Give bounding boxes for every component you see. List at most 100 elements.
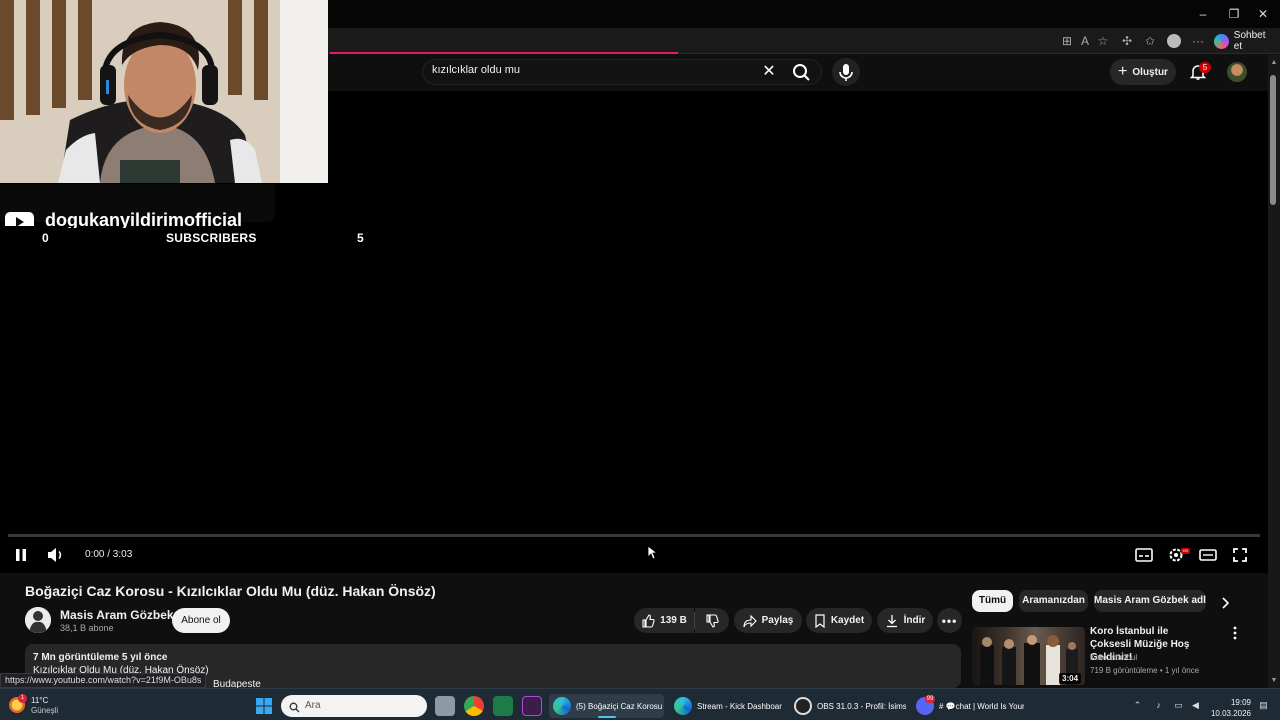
chrome-app-icon[interactable] [464, 696, 484, 716]
network-tray-icon[interactable]: ▭ [1172, 699, 1185, 712]
notification-count-badge: 5 [1199, 62, 1211, 73]
subtitles-icon[interactable] [1132, 544, 1156, 566]
status-bar-url: https://www.youtube.com/watch?v=21f9M-OB… [0, 673, 207, 688]
close-window-button[interactable]: ✕ [1246, 4, 1280, 24]
view-stats: 7 Mn görüntüleme 5 yıl önce [33, 652, 168, 663]
thumbs-up-icon [642, 613, 655, 628]
bookmark-icon [815, 613, 825, 628]
tray-overflow-icon[interactable]: ⌃ [1131, 699, 1144, 712]
like-count: 139 B [660, 615, 687, 626]
scroll-down-arrow-icon[interactable]: ▼ [1268, 675, 1280, 687]
edge-icon [553, 697, 571, 715]
scroll-up-arrow-icon[interactable]: ▲ [1268, 57, 1280, 69]
more-vertical-icon[interactable] [1228, 625, 1242, 641]
save-button[interactable]: Kaydet [806, 608, 872, 633]
microphone-tray-icon[interactable]: ♪ [1152, 699, 1165, 712]
copilot-icon [1214, 33, 1229, 49]
subscribe-button[interactable]: Abone ol [172, 608, 230, 633]
extensions-icon[interactable]: ✣ [1118, 32, 1136, 50]
stream-channel-handle: dogukanyildirimofficial [45, 210, 243, 228]
taskbar-item-label: Stream - Kick Dashboard [697, 701, 782, 711]
playback-time: 0:00 / 3:03 [85, 549, 133, 560]
video-title: Boğaziçi Caz Korosu - Kızılcıklar Oldu M… [25, 583, 436, 599]
hd-badge: HD [1181, 548, 1190, 554]
obs-icon [794, 697, 812, 715]
youtube-logo-icon [5, 212, 34, 226]
page-load-progress [330, 52, 678, 54]
app-available-icon[interactable]: ⊞ [1058, 32, 1076, 50]
share-icon [743, 614, 757, 627]
weather-temperature: 11°C [31, 696, 49, 705]
share-label: Paylaş [761, 615, 794, 626]
active-app-indicator [598, 716, 616, 718]
minimize-button[interactable]: – [1186, 4, 1220, 24]
mouse-cursor-icon [647, 545, 659, 565]
share-button[interactable]: Paylaş [734, 608, 802, 633]
channel-avatar[interactable] [25, 607, 51, 633]
taskbar-search-placeholder: Ara [305, 700, 321, 711]
video-duration-badge: 3:04 [1059, 673, 1082, 684]
search-query-text: kızılcıklar oldu mu [432, 64, 521, 76]
pause-button[interactable] [9, 544, 33, 566]
chip-from-search[interactable]: Aramanızdan [1019, 590, 1088, 612]
weather-alert-badge: 1 [18, 694, 27, 703]
taskbar-item-label: # 💬chat | World Is Your [939, 701, 1024, 711]
favorites-icon[interactable]: ✩ [1141, 32, 1159, 50]
read-aloud-icon[interactable]: A [1076, 32, 1094, 50]
search-icon[interactable] [788, 61, 814, 83]
more-dots-icon: ••• [941, 613, 958, 628]
taskbar-clock[interactable]: 19:09 10.03.2026 [1207, 697, 1251, 719]
clock-time: 19:09 [1230, 698, 1251, 707]
app-icon-green[interactable] [493, 696, 513, 716]
taskbar-item-label: (5) Boğaziçi Caz Korosu [576, 701, 663, 711]
more-actions-button[interactable]: ••• [937, 608, 962, 633]
more-menu-icon[interactable]: ··· [1189, 32, 1207, 50]
create-label: Oluştur [1132, 66, 1168, 78]
copilot-label: Sohbet et [1233, 30, 1266, 52]
taskbar-item-edge-youtube[interactable]: (5) Boğaziçi Caz Korosu [549, 694, 664, 718]
webcam-overlay [0, 0, 328, 183]
channel-name[interactable]: Masis Aram Gözbek [60, 608, 174, 622]
fullscreen-icon[interactable] [1228, 544, 1252, 566]
voice-search-icon[interactable] [832, 58, 860, 86]
chevron-right-icon[interactable] [1216, 594, 1234, 612]
download-label: İndir [903, 615, 926, 626]
windows-start-icon[interactable] [255, 697, 273, 715]
download-icon [886, 614, 897, 627]
plus-icon: + [1118, 63, 1128, 80]
copilot-chat-button[interactable]: Sohbet et [1214, 30, 1276, 52]
taskbar-item-kick[interactable]: Stream - Kick Dashboard [670, 694, 782, 718]
recommended-video-channel[interactable]: Koro İstanbul [1090, 653, 1137, 662]
chip-all[interactable]: Tümü [972, 590, 1013, 612]
clear-search-icon[interactable]: ✕ [760, 62, 778, 82]
taskbar-search-input[interactable] [281, 695, 427, 717]
subscriber-count-right: 5 [357, 231, 364, 245]
clock-date: 10.03.2026 [1210, 709, 1251, 718]
dislike-button[interactable] [695, 608, 729, 633]
speaker-tray-icon[interactable]: ◀ [1189, 699, 1202, 712]
chip-channel[interactable]: Masis Aram Gözbek adlı [1094, 590, 1206, 612]
subscriber-count-left: 0 [42, 231, 49, 245]
save-label: Kaydet [830, 615, 865, 626]
download-button[interactable]: İndir [877, 608, 933, 633]
subscribers-label: SUBSCRIBERS [166, 231, 257, 245]
like-button[interactable]: 139 B [634, 608, 694, 633]
recommended-video-meta: 719 B görüntüleme • 1 yıl önce [1090, 666, 1200, 675]
theater-mode-icon[interactable] [1196, 544, 1220, 566]
notification-center-icon[interactable]: ▤ [1257, 699, 1270, 712]
task-view-icon[interactable] [435, 696, 455, 716]
create-button[interactable]: + Oluştur [1110, 59, 1176, 85]
taskbar-search-icon [289, 700, 300, 718]
favorite-star-icon[interactable]: ☆ [1094, 32, 1112, 50]
channel-subscriber-count: 38,1 B abone [60, 623, 114, 633]
scrollbar-thumb[interactable] [1270, 75, 1276, 205]
edge-icon [674, 697, 692, 715]
video-progress-bar[interactable] [8, 534, 1260, 537]
thumbs-down-icon [706, 613, 719, 628]
account-avatar[interactable] [1227, 62, 1247, 82]
app-icon-purple[interactable] [522, 696, 542, 716]
taskbar-item-obs[interactable]: OBS 31.0.3 - Profil: İsimsiz [790, 694, 906, 718]
volume-icon[interactable] [43, 544, 67, 566]
profile-icon[interactable] [1165, 32, 1183, 50]
taskbar-item-label: OBS 31.0.3 - Profil: İsimsiz [817, 701, 906, 711]
